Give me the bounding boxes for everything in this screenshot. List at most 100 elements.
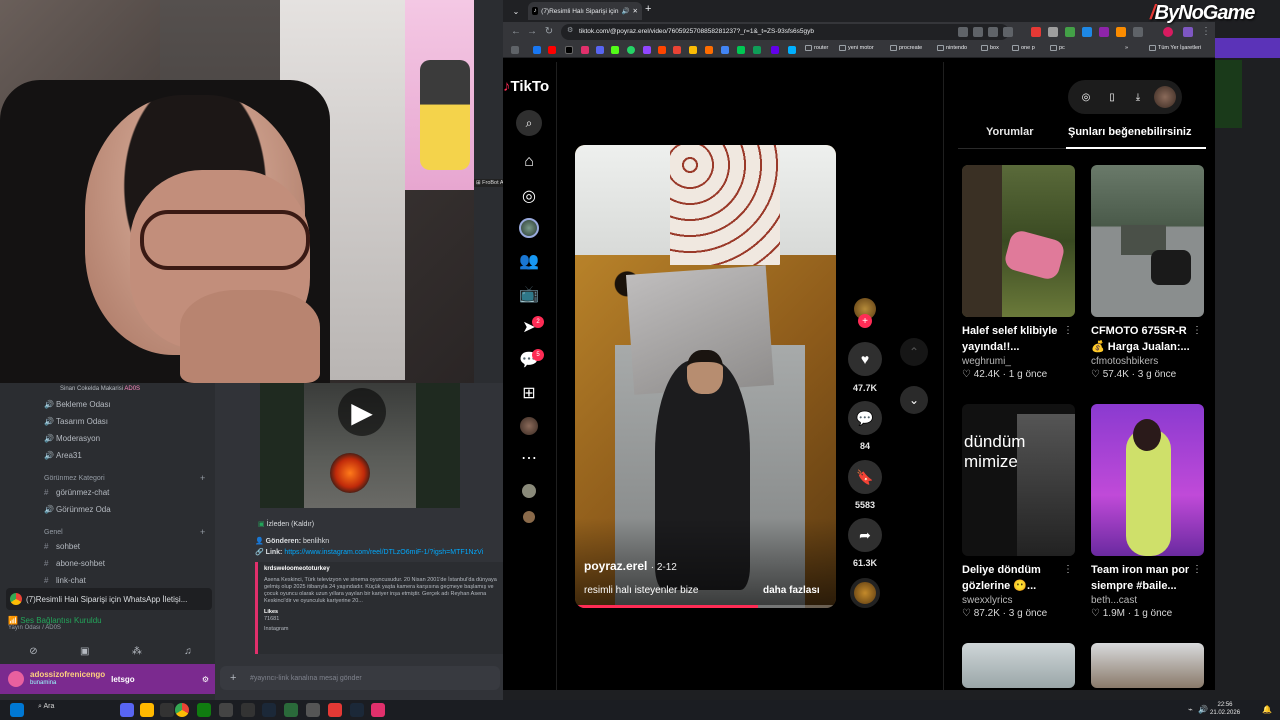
extension-icon[interactable] — [1065, 27, 1075, 37]
like-button[interactable]: ♥ — [848, 342, 882, 376]
music-disc-icon[interactable] — [850, 578, 880, 608]
device-icon[interactable]: ▯ — [1102, 87, 1122, 107]
zoom-icon[interactable] — [973, 27, 983, 37]
extension-icon[interactable] — [1183, 27, 1193, 37]
chat-input[interactable]: + #yayıncı-link kanalına mesaj gönder — [220, 666, 500, 690]
add-channel-icon[interactable]: + — [200, 527, 205, 537]
home-icon[interactable]: ⌂ — [518, 151, 540, 173]
twitch-icon[interactable] — [643, 46, 651, 54]
tab-comments[interactable]: Yorumlar — [986, 126, 1033, 138]
video-author[interactable]: poyraz.erel · 2-12 — [584, 559, 677, 573]
reload-button[interactable]: ↻ — [542, 25, 556, 39]
more-options-icon[interactable]: ⋮ — [1192, 325, 1202, 336]
kick-icon[interactable] — [611, 46, 619, 54]
gmail-icon[interactable] — [673, 46, 681, 54]
steam-icon[interactable] — [262, 703, 276, 717]
bookmark-star-icon[interactable] — [1003, 27, 1013, 37]
category-hidden[interactable]: Görünmez Kategori — [44, 475, 105, 482]
suggested-video-card[interactable]: Team iron man por siempre #baile... beth… — [1091, 404, 1204, 619]
profile-icon[interactable] — [518, 415, 540, 437]
plus-icon[interactable]: + — [230, 672, 236, 684]
next-video-button[interactable]: ⌄ — [900, 386, 928, 414]
save-button[interactable]: 🔖 — [848, 460, 882, 494]
screen-share-icon[interactable]: ▣ — [80, 646, 89, 657]
search-icon[interactable]: ⌕ — [516, 110, 542, 136]
category-general[interactable]: Genel — [44, 529, 63, 536]
xbox-icon[interactable] — [197, 703, 211, 717]
channel-area31[interactable]: 🔊 Area31 — [44, 449, 82, 463]
suggested-video-card[interactable] — [962, 643, 1075, 688]
forward-button[interactable]: → — [525, 25, 539, 39]
coins-icon[interactable]: ◎ — [1076, 87, 1096, 107]
channel-gorunmez-chat[interactable]: # görünmez-chat — [44, 486, 109, 500]
notifications-icon[interactable]: 🔔 — [1262, 705, 1272, 714]
channel-sohbet[interactable]: # sohbet — [44, 540, 80, 554]
notification-banner[interactable]: (7)Resimli Halı Siparişi için WhatsApp İ… — [6, 588, 212, 610]
app-icon[interactable] — [284, 703, 298, 717]
extension-icon[interactable] — [1099, 27, 1109, 37]
camera-off-icon[interactable]: ⊘ — [29, 646, 37, 657]
explorer-icon[interactable] — [140, 703, 154, 717]
app-icon[interactable] — [328, 703, 342, 717]
extension-icon[interactable] — [1031, 27, 1041, 37]
app-icon[interactable] — [160, 703, 174, 717]
tab-search-icon[interactable]: ⌄ — [508, 3, 524, 19]
bookmark-icon[interactable] — [705, 46, 713, 54]
windows-start-icon[interactable] — [10, 703, 24, 717]
app-icon[interactable] — [241, 703, 255, 717]
bookmark-nintendo[interactable]: nintendo — [937, 45, 967, 51]
explore-icon[interactable]: ◎ — [518, 185, 540, 207]
channel-moderasyon[interactable]: 🔊 Moderasyon — [44, 432, 100, 446]
suggested-video-card[interactable] — [1091, 643, 1204, 688]
youtube-icon[interactable] — [548, 46, 556, 54]
install-icon[interactable] — [958, 27, 968, 37]
bookmark-icon[interactable] — [737, 46, 745, 54]
menu-icon[interactable]: ⋮ — [1199, 25, 1213, 39]
bookmark-icon[interactable] — [771, 46, 779, 54]
bookmark-icon[interactable] — [753, 46, 761, 54]
site-info-icon[interactable]: ⚙ — [567, 27, 575, 35]
address-bar[interactable]: tiktok.com/@poyraz.erel/video/7605925708… — [561, 24, 1009, 40]
facebook-icon[interactable] — [533, 46, 541, 54]
back-button[interactable]: ← — [509, 25, 523, 39]
tab-tiktok[interactable]: ♪ (7)Resimli Halı Siparişi için 🔊 ✕ — [528, 2, 642, 20]
soundboard-icon[interactable]: ♫ — [184, 646, 192, 657]
friends-icon[interactable]: 👥 — [518, 250, 540, 272]
suggested-video-card[interactable]: CFMOTO 675SR-R 💰 Harga Jualan:... cfmoto… — [1091, 165, 1204, 380]
suggested-video-card[interactable]: Halef selef klibiyle yayında!!... weghru… — [962, 165, 1075, 380]
bookmark-router[interactable]: router — [805, 45, 828, 51]
extension-icon[interactable] — [1048, 27, 1058, 37]
bookmark-box[interactable]: box — [981, 45, 999, 51]
video-player[interactable]: poyraz.erel · 2-12 resimli halı isteyenl… — [575, 145, 836, 608]
channel-abone-sohbet[interactable]: # abone-sohbet — [44, 557, 105, 571]
voice-status[interactable]: 📶 Ses Bağlantısı Kuruldu Yayın Odası / A… — [8, 616, 208, 640]
extension-icon[interactable] — [1116, 27, 1126, 37]
bookmark-pc[interactable]: pc — [1050, 45, 1065, 51]
play-icon[interactable]: ▶ — [338, 388, 386, 436]
tab-suggested[interactable]: Şunları beğenebilirsiniz — [1068, 126, 1191, 138]
discord-icon[interactable] — [120, 703, 134, 717]
volume-icon[interactable]: 🔊 — [1198, 705, 1208, 714]
avatar[interactable] — [8, 671, 24, 687]
more-button[interactable]: daha fazlası — [763, 585, 820, 596]
settings-icon[interactable]: ⚙ — [202, 675, 209, 684]
extension-icon[interactable] — [1082, 27, 1092, 37]
bookmark-more[interactable]: » — [1125, 45, 1128, 51]
comment-button[interactable]: 💬 — [848, 401, 882, 435]
share-button[interactable]: ➦ — [848, 518, 882, 552]
clock[interactable]: 22:56 21.02.2026 — [1210, 701, 1240, 717]
tiktok-logo[interactable]: ♪TikTo — [503, 78, 549, 95]
profile-icon[interactable] — [1163, 27, 1173, 37]
upload-icon[interactable]: ⊞ — [518, 382, 540, 404]
following-account-icon[interactable] — [518, 480, 540, 502]
reddit-icon[interactable] — [658, 46, 666, 54]
extensions-puzzle-icon[interactable] — [1133, 27, 1143, 37]
speaker-icon[interactable]: 🔊 — [621, 7, 629, 15]
avatar[interactable] — [1154, 86, 1176, 108]
video-progress[interactable] — [575, 605, 836, 608]
network-icon[interactable]: ⌁ — [1188, 705, 1193, 714]
bookmark-icon[interactable] — [721, 46, 729, 54]
more-options-icon[interactable]: ⋮ — [1192, 564, 1202, 575]
app-icon[interactable] — [219, 703, 233, 717]
taskbar-search[interactable]: ⌕ Ara — [38, 703, 54, 711]
